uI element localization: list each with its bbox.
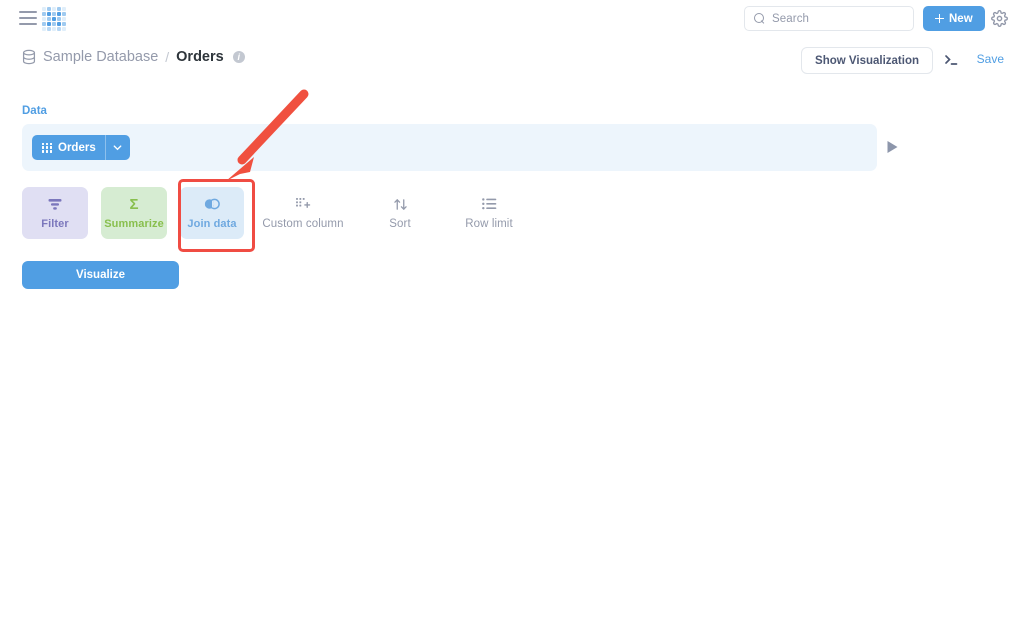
search-placeholder: Search <box>772 12 810 25</box>
chevron-down-icon[interactable] <box>106 135 130 160</box>
filter-step-button[interactable]: Filter <box>22 187 88 239</box>
table-grid-icon <box>42 142 52 153</box>
sort-step-button[interactable]: Sort <box>362 187 438 239</box>
info-icon[interactable]: i <box>232 51 245 63</box>
notebook-action-buttons: Filter Σ Summarize Join data Custom colu… <box>22 187 540 239</box>
hamburger-menu-icon[interactable] <box>19 11 37 25</box>
top-navigation-bar: Search New <box>0 0 1024 36</box>
summarize-step-label: Summarize <box>104 217 164 230</box>
breadcrumb-table[interactable]: Orders <box>176 49 224 65</box>
sql-console-icon[interactable] <box>943 52 959 68</box>
summarize-step-button[interactable]: Σ Summarize <box>101 187 167 239</box>
sigma-icon: Σ <box>129 197 138 212</box>
row-limit-icon <box>481 197 497 212</box>
join-data-step-button[interactable]: Join data <box>180 187 244 239</box>
plus-icon <box>935 14 944 23</box>
metabase-logo[interactable] <box>42 7 68 31</box>
search-input[interactable]: Search <box>744 6 914 31</box>
sort-step-label: Sort <box>389 217 411 230</box>
database-icon <box>22 49 36 65</box>
save-link[interactable]: Save <box>977 52 1004 66</box>
data-source-panel <box>22 124 877 171</box>
show-visualization-button[interactable]: Show Visualization <box>801 47 933 74</box>
breadcrumb: Sample Database / Orders i <box>22 49 245 65</box>
source-table-label: Orders <box>58 141 96 154</box>
custom-column-step-button[interactable]: Custom column <box>257 187 349 239</box>
filter-step-label: Filter <box>41 217 69 230</box>
custom-column-step-label: Custom column <box>262 217 344 230</box>
join-venn-icon <box>202 197 222 212</box>
sort-arrows-icon <box>393 197 408 212</box>
search-icon <box>754 13 765 24</box>
visualize-button[interactable]: Visualize <box>22 261 179 289</box>
breadcrumb-separator: / <box>165 49 170 65</box>
row-limit-step-button[interactable]: Row limit <box>451 187 527 239</box>
filter-funnel-icon <box>48 197 62 212</box>
gear-icon[interactable] <box>991 10 1008 27</box>
run-query-play-icon[interactable] <box>886 140 899 154</box>
new-button-label: New <box>949 12 973 25</box>
source-table-picker[interactable]: Orders <box>32 135 130 160</box>
join-data-step-label: Join data <box>187 217 237 230</box>
metabase-notebook-editor: Search New Sample Database / Orders i Sh… <box>0 0 1024 640</box>
custom-column-icon <box>295 197 311 212</box>
new-button[interactable]: New <box>923 6 985 31</box>
breadcrumb-database[interactable]: Sample Database <box>43 49 158 65</box>
row-limit-step-label: Row limit <box>465 217 513 230</box>
data-section-label: Data <box>22 105 47 117</box>
sigma-glyph: Σ <box>129 195 139 213</box>
question-header: Sample Database / Orders i Show Visualiz… <box>0 40 1024 80</box>
